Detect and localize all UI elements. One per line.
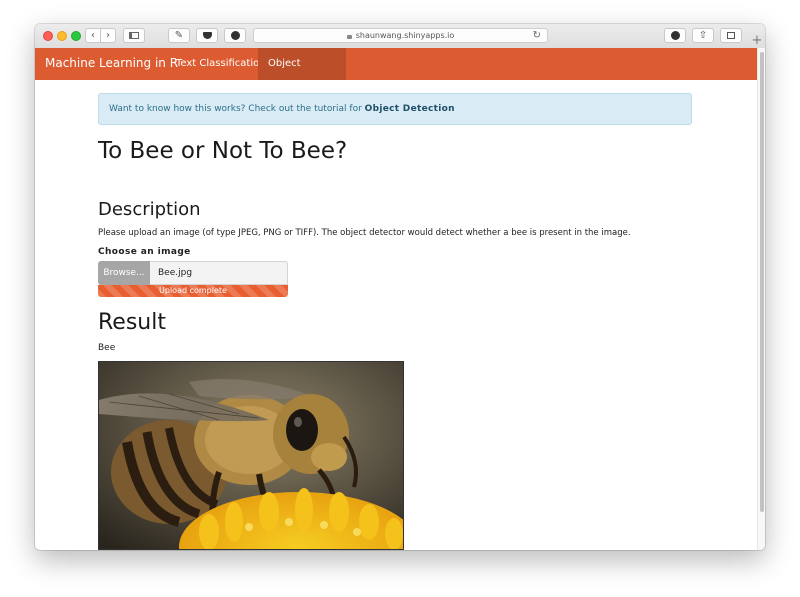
scrollbar-thumb[interactable] xyxy=(760,52,764,512)
extension-button[interactable] xyxy=(224,28,246,43)
tabs-icon xyxy=(727,32,735,39)
maximize-window-button[interactable] xyxy=(71,31,81,41)
new-tab-icon[interactable]: + xyxy=(749,33,765,48)
description-text: Please upload an image (of type JPEG, PN… xyxy=(98,228,631,238)
forward-icon: › xyxy=(106,29,110,41)
upload-status: Upload complete xyxy=(159,286,227,295)
browser-toolbar: ‹ › ✎ shaunwang.shinyapps.io ↻ ⇧ xyxy=(35,24,765,49)
minimize-window-button[interactable] xyxy=(57,31,67,41)
share-icon: ⇧ xyxy=(698,29,708,41)
download-button[interactable] xyxy=(664,28,686,43)
uploaded-bee-image xyxy=(98,361,404,550)
share-button[interactable]: ⇧ xyxy=(692,28,714,43)
alert-text: Want to know how this works? Check out t… xyxy=(109,104,365,114)
forward-button[interactable]: › xyxy=(100,28,116,43)
tutorial-alert: Want to know how this works? Check out t… xyxy=(98,93,692,125)
page-scrollbar[interactable] xyxy=(757,48,765,550)
download-icon xyxy=(670,31,680,40)
upload-label: Choose an image xyxy=(98,247,191,257)
back-icon: ‹ xyxy=(91,29,95,41)
annotate-button[interactable]: ✎ xyxy=(168,28,190,43)
lock-icon xyxy=(346,34,352,39)
pocket-icon xyxy=(202,32,212,39)
extension-icon xyxy=(230,31,240,40)
description-heading: Description xyxy=(98,199,201,220)
close-window-button[interactable] xyxy=(43,31,53,41)
result-heading: Result xyxy=(98,310,166,335)
upload-progress-bar: Upload complete xyxy=(98,285,288,297)
browse-button[interactable]: Browse... xyxy=(98,261,150,285)
bee-photo-svg xyxy=(99,362,403,549)
sidebar-icon xyxy=(129,32,139,39)
tab-object-detection[interactable]: Object Detection xyxy=(258,48,346,101)
address-bar[interactable]: shaunwang.shinyapps.io ↻ xyxy=(253,28,548,43)
pocket-button[interactable] xyxy=(196,28,218,43)
reload-icon[interactable]: ↻ xyxy=(533,29,541,42)
browser-window: ‹ › ✎ shaunwang.shinyapps.io ↻ ⇧ + Machi… xyxy=(35,24,765,550)
sidebar-button[interactable] xyxy=(123,28,145,43)
page-title: To Bee or Not To Bee? xyxy=(98,138,348,164)
share-pencil-icon: ✎ xyxy=(174,29,184,41)
navbar-brand[interactable]: Machine Learning in R xyxy=(45,56,178,70)
file-upload-input[interactable]: Browse... Bee.jpg xyxy=(98,261,288,285)
back-button[interactable]: ‹ xyxy=(85,28,101,43)
file-name-field: Bee.jpg xyxy=(150,261,288,285)
tutorial-link[interactable]: Object Detection xyxy=(365,104,455,114)
url-text: shaunwang.shinyapps.io xyxy=(355,31,455,40)
result-value: Bee xyxy=(98,343,116,353)
app-navbar: Machine Learning in R Text Classificatio… xyxy=(35,48,757,101)
tabs-overview-button[interactable] xyxy=(720,28,742,43)
